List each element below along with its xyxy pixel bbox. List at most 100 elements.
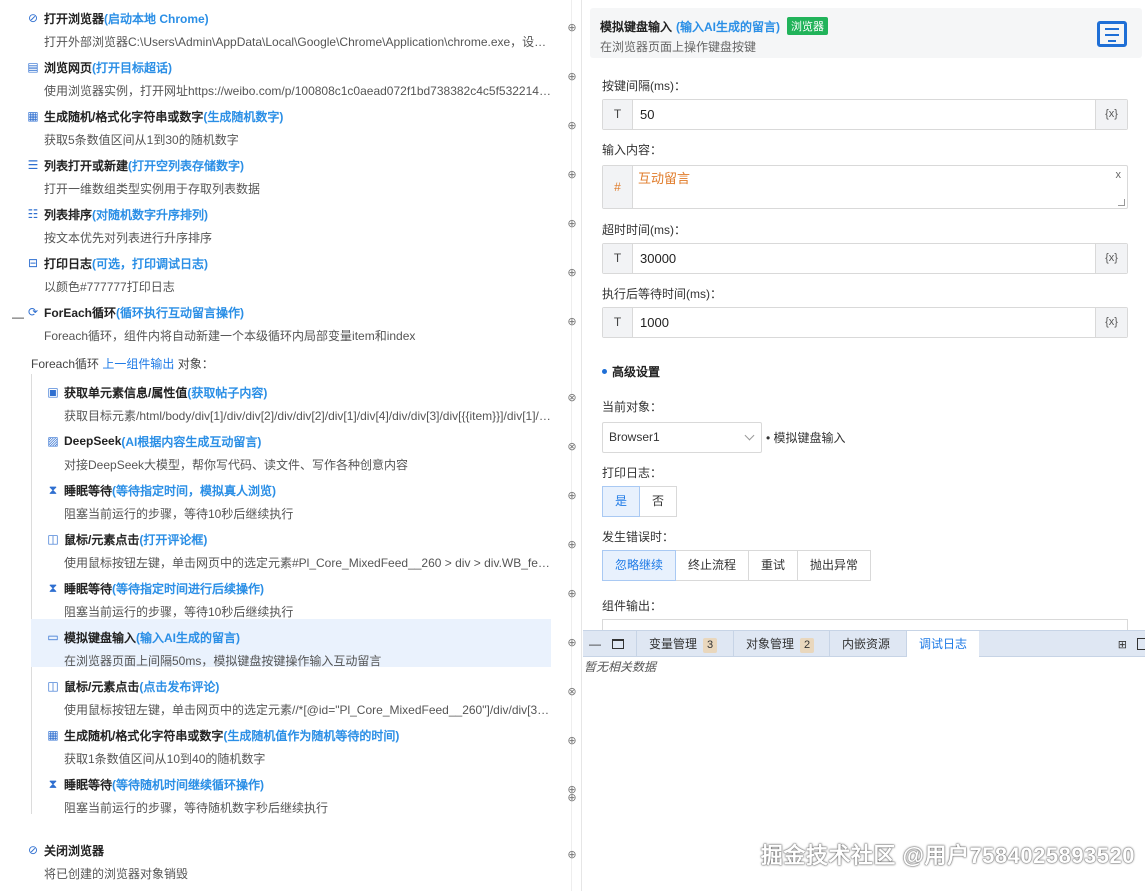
segment-option[interactable]: 否 [639,486,678,517]
step-alias: (对随机数字升序排列) [92,207,209,222]
segment-option[interactable]: 忽略继续 [602,550,677,581]
flow-step[interactable]: ⧗ 睡眠等待 (等待随机时间继续循环操作) 阻塞当前运行的步骤，等待随机数字秒后继续执… [44,766,551,816]
foreach-prefix: Foreach循环 [31,357,103,371]
expression-type-icon[interactable]: # [603,166,633,208]
component-alias[interactable]: (输入AI生成的留言) [676,18,780,35]
flow-step[interactable]: ⊟ 打印日志 (可选，打印调试日志) 以颜色#777777打印日志 [24,245,551,294]
step-connector-icon[interactable]: ⊕ [566,490,578,502]
maximize-icon[interactable] [612,639,624,649]
flow-step[interactable]: ⊘ 关闭浏览器 将已创建的浏览器对象销毁 [24,832,551,881]
flow-step[interactable]: ⊘ 打开浏览器 (启动本地 Chrome) 打开外部浏览器C:\Users\Admin… [24,0,551,49]
step-alias: (等待指定时间进行后续操作) [112,581,265,596]
timeout-input[interactable]: T 30000 {x} [602,243,1128,274]
flow-step[interactable]: ◫ 鼠标/元素点击 (点击发布评论) 使用鼠标按钮左键，单击网页中的选定元素//*[@… [44,668,551,717]
flow-step[interactable]: ⟳ ForEach循环 (循环执行互动留言操作) Foreach循环，组件内将自动新… [24,294,551,343]
bottom-tab[interactable]: 内嵌资源 [829,631,902,657]
step-description: 在浏览器页面上间隔50ms，模拟键盘按键操作输入互动留言 [64,654,382,668]
flow-step[interactable]: ▨ DeepSeek (AI根据内容生成互动留言) 对接DeepSeek大模型，帮你写… [44,423,551,472]
step-connector-icon[interactable]: ⊕ [566,316,578,328]
step-alias: (打开空列表存储数字) [128,158,245,173]
flow-step[interactable]: ◫ 鼠标/元素点击 (打开评论框) 使用鼠标按钮左键，单击网页中的选定元素#Pl_Co… [44,521,551,570]
flow-step[interactable]: ▦ 生成随机/格式化字符串或数字 (生成随机数字) 获取5条数值区间从1到30的随机数… [24,98,551,147]
segment-option[interactable]: 抛出异常 [797,550,872,581]
advanced-settings-header[interactable]: 高级设置 [602,363,660,380]
windows-icon[interactable]: ⊞ [1118,638,1127,651]
interval-label: 按键间隔(ms)： [602,79,686,93]
webpage-icon: ▤ [27,60,39,74]
step-connector-icon[interactable]: ⊕ [566,169,578,181]
empty-log-message: 暂无相关数据 [584,660,657,674]
step-connector-icon[interactable]: ⊗ [566,441,578,453]
step-connector-icon[interactable]: ⊕ [566,735,578,747]
text-type-icon[interactable]: T [603,244,633,273]
loop-icon: ⟳ [27,305,39,319]
collapse-loop-toggle[interactable]: — [12,310,24,324]
text-type-icon[interactable]: T [603,100,633,129]
step-connector-icon[interactable]: ⊕ [566,120,578,132]
flow-step[interactable]: ⧗ 睡眠等待 (等待指定时间进行后续操作) 阻塞当前运行的步骤，等待10秒后继续执行 [44,570,551,620]
interval-input[interactable]: T 50 {x} [602,99,1128,130]
bottom-tab[interactable]: 调试日志 [906,631,980,657]
current-object-suffix: • 模拟键盘输入 [766,431,846,445]
current-object-select[interactable]: Browser1 [602,422,762,453]
wait-value[interactable]: 1000 [640,308,669,337]
step-connector-icon[interactable]: ⊕ [566,588,578,600]
step-name: 浏览网页 [44,60,93,75]
print-log-toggle: 是否 [602,486,678,517]
content-label: 输入内容： [602,143,663,157]
list-icon: ☰ [27,158,39,172]
content-value[interactable]: 互动留言 [638,168,690,187]
clear-icon[interactable]: x [1116,169,1122,181]
step-name: ForEach循环 [44,305,117,320]
step-connector-icon[interactable]: ⊕ [566,71,578,83]
step-connector-icon[interactable]: ⊕ [566,218,578,230]
step-connector-icon[interactable]: ⊕ [566,849,578,861]
step-description: 获取1条数值区间从10到40的随机数字 [64,752,266,766]
advanced-settings-label: 高级设置 [612,365,661,379]
flow-step[interactable]: ☷ 列表排序 (对随机数字升序排列) 按文本优先对列表进行升序排序 [24,196,551,245]
hourglass-icon: ⧗ [48,482,58,497]
text-type-icon[interactable]: T [603,308,633,337]
calculator-icon: ▦ [47,728,59,742]
flow-step[interactable]: ▦ 生成随机/格式化字符串或数字 (生成随机值作为随机等待的时间) 获取1条数值区间从… [44,717,551,766]
tab-label: 调试日志 [919,637,968,651]
watermark: 掘金技术社区 @用户7584025893520 [760,843,1135,868]
list-sort-icon: ☷ [27,207,39,221]
step-connector-icon[interactable]: ⊕ [566,792,578,804]
bottom-tab[interactable]: 变量管理 3 [636,631,729,657]
flow-step[interactable]: ▭ 模拟键盘输入 (输入AI生成的留言) 在浏览器页面上间隔50ms，模拟键盘按键操作… [31,619,551,668]
segment-option[interactable]: 重试 [748,550,799,581]
step-description: 阻塞当前运行的步骤，等待10秒后继续执行 [64,507,294,521]
foreach-source-link[interactable]: 上一组件输出 [102,357,174,371]
variable-button[interactable]: {x} [1095,308,1127,337]
variable-button[interactable]: {x} [1095,244,1127,273]
tab-label: 变量管理 [649,637,698,651]
bottom-tab[interactable]: 对象管理 2 [733,631,826,657]
variable-button[interactable]: {x} [1095,100,1127,129]
content-input[interactable]: # 互动留言 x [602,165,1128,209]
flow-step[interactable]: ☰ 列表打开或新建 (打开空列表存储数字) 打开一维数组类型实例用于存取列表数据 [24,147,551,196]
ai-icon: ▨ [47,434,59,448]
wait-input[interactable]: T 1000 {x} [602,307,1128,338]
flow-step[interactable]: ▣ 获取单元素信息/属性值 (获取帖子内容) 获取目标元素/html/body/div… [44,374,551,423]
resize-handle-icon[interactable] [1118,199,1125,206]
step-connector-icon[interactable]: ⊕ [566,22,578,34]
step-connector-icon[interactable]: ⊗ [566,392,578,404]
flow-step[interactable]: ⧗ 睡眠等待 (等待指定时间，模拟真人浏览) 阻塞当前运行的步骤，等待10秒后继续执行 [44,472,551,522]
dock-icon[interactable] [1137,638,1145,650]
tab-count-badge: 2 [800,638,815,653]
step-connector-icon[interactable]: ⊕ [566,539,578,551]
step-alias: (生成随机值作为随机等待的时间) [223,728,400,743]
step-connector-icon[interactable]: ⊗ [566,686,578,698]
step-connector-icon[interactable]: ⊕ [566,637,578,649]
timeout-value[interactable]: 30000 [640,244,676,273]
minimize-icon[interactable]: — [589,637,601,651]
segment-option[interactable]: 终止流程 [675,550,750,581]
segment-option[interactable]: 是 [602,486,641,517]
step-name: 获取单元素信息/属性值 [64,385,188,400]
component-title: 模拟键盘输入 [600,19,673,34]
interval-value[interactable]: 50 [640,100,654,129]
step-connector-icon[interactable]: ⊕ [566,267,578,279]
flow-step[interactable]: ▤ 浏览网页 (打开目标超话) 使用浏览器实例，打开网址https://weibo.c… [24,49,551,98]
step-name: DeepSeek [64,434,122,448]
